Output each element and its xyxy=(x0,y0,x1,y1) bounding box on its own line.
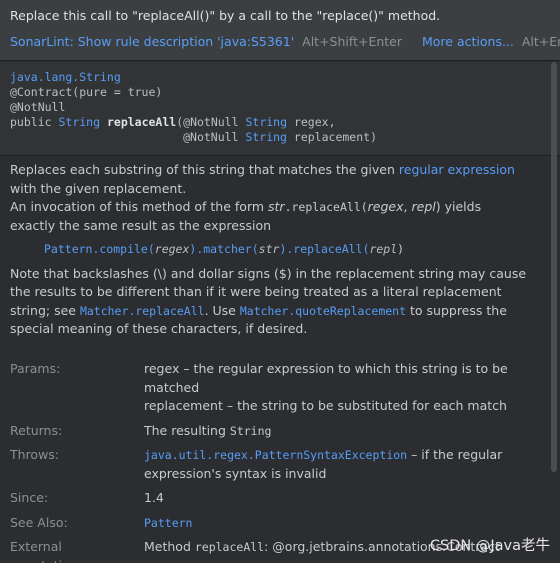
params-value: regex – the regular expression to which … xyxy=(144,360,530,416)
matcher-quotereplacement-link[interactable]: Matcher.quoteReplacement xyxy=(240,304,406,318)
description-paragraph-3: Note that backslashes (\) and dollar sig… xyxy=(10,265,530,339)
regular-expression-link[interactable]: regular expression xyxy=(399,162,515,177)
class-name[interactable]: java.lang.String xyxy=(10,70,121,84)
method-name: replaceAll xyxy=(106,115,177,129)
since-label: Since: xyxy=(10,490,49,505)
desc-text: Replaces each substring of this string t… xyxy=(10,162,399,177)
pattern-see-link[interactable]: Pattern xyxy=(144,516,192,530)
returns-code: String xyxy=(229,423,272,438)
throws-row: Throws: java.util.regex.PatternSyntaxExc… xyxy=(10,446,530,483)
watermark: CSDN @Java老牛 xyxy=(429,538,550,554)
return-type[interactable]: String xyxy=(58,115,100,129)
exception-link[interactable]: java.util.regex.PatternSyntaxException xyxy=(144,448,407,462)
desc-text: . Use xyxy=(204,302,240,318)
quick-fix-header: Replace this call to "replaceAll()" by a… xyxy=(0,0,560,61)
code-var: regex xyxy=(367,199,404,214)
returns-row: Returns: The resulting String xyxy=(10,422,530,441)
compile-link[interactable]: .compile( xyxy=(92,242,154,256)
ext-code: replaceAll xyxy=(194,540,265,554)
rule-shortcut: Alt+Shift+Enter xyxy=(302,34,402,49)
external-annotations-label: External annotations: xyxy=(10,539,88,563)
inline-code: .replaceAll( xyxy=(284,200,368,214)
see-also-label: See Also: xyxy=(10,514,68,530)
notnull-annotation: @NotNull xyxy=(10,100,66,114)
method-description: Replaces each substring of this string t… xyxy=(10,161,530,339)
param-replacement: replacement – the string to be substitut… xyxy=(144,398,507,413)
see-also-row: See Also: Pattern xyxy=(10,514,530,533)
code-var: repl xyxy=(369,242,398,256)
returns-label: Returns: xyxy=(10,422,63,438)
code-var: str xyxy=(268,199,285,214)
actions-row: SonarLint: Show rule description 'java:S… xyxy=(10,34,560,49)
more-actions-shortcut: Alt+Enter xyxy=(521,34,560,49)
params-label: Params: xyxy=(10,361,61,376)
throws-label: Throws: xyxy=(10,447,60,462)
code-sample: Pattern.compile(regex).matcher(str).repl… xyxy=(44,240,530,259)
param1-name: regex, xyxy=(293,115,336,129)
more-actions-link[interactable]: More actions... xyxy=(422,34,514,49)
param2-annotation: @NotNull xyxy=(183,130,239,144)
contract-annotation: @Contract(pure = true) xyxy=(10,85,163,99)
code-var: repl xyxy=(411,199,436,214)
returns-text: The resulting xyxy=(144,422,230,438)
description-paragraph-2: An invocation of this method of the form… xyxy=(10,198,530,235)
ext-text: Method xyxy=(144,539,195,554)
doc-tags-table: Params: regex – the regular expression t… xyxy=(10,360,530,563)
vertical-scrollbar[interactable] xyxy=(551,62,557,472)
problem-message: Replace this call to "replaceAll()" by a… xyxy=(10,8,441,23)
matcher-link[interactable]: ).matcher( xyxy=(189,242,258,256)
param1-type[interactable]: String xyxy=(245,115,287,129)
since-value: 1.4 xyxy=(144,490,164,505)
pattern-link[interactable]: Pattern xyxy=(44,242,92,256)
code-var: str xyxy=(258,242,280,256)
public-keyword: public xyxy=(10,115,52,129)
desc-text: with the given replacement. xyxy=(10,180,187,196)
matcher-replaceall-link[interactable]: Matcher.replaceAll xyxy=(80,304,205,318)
params-row: Params: regex – the regular expression t… xyxy=(10,360,530,416)
code-var: regex xyxy=(154,242,190,256)
description-paragraph-1: Replaces each substring of this string t… xyxy=(10,161,530,198)
desc-text: An invocation of this method of the form xyxy=(10,199,269,214)
method-signature: java.lang.String @Contract(pure = true) … xyxy=(0,62,560,156)
param1-annotation: (@NotNull xyxy=(176,115,239,129)
code-text: ) xyxy=(397,242,405,256)
replaceall-link[interactable]: ).replaceAll( xyxy=(279,242,369,256)
rule-description-link[interactable]: SonarLint: Show rule description 'java:S… xyxy=(10,34,294,49)
since-row: Since: 1.4 xyxy=(10,489,530,508)
param-regex: regex – the regular expression to which … xyxy=(144,361,508,395)
param2-name: replacement) xyxy=(293,130,377,144)
param2-type[interactable]: String xyxy=(245,130,287,144)
